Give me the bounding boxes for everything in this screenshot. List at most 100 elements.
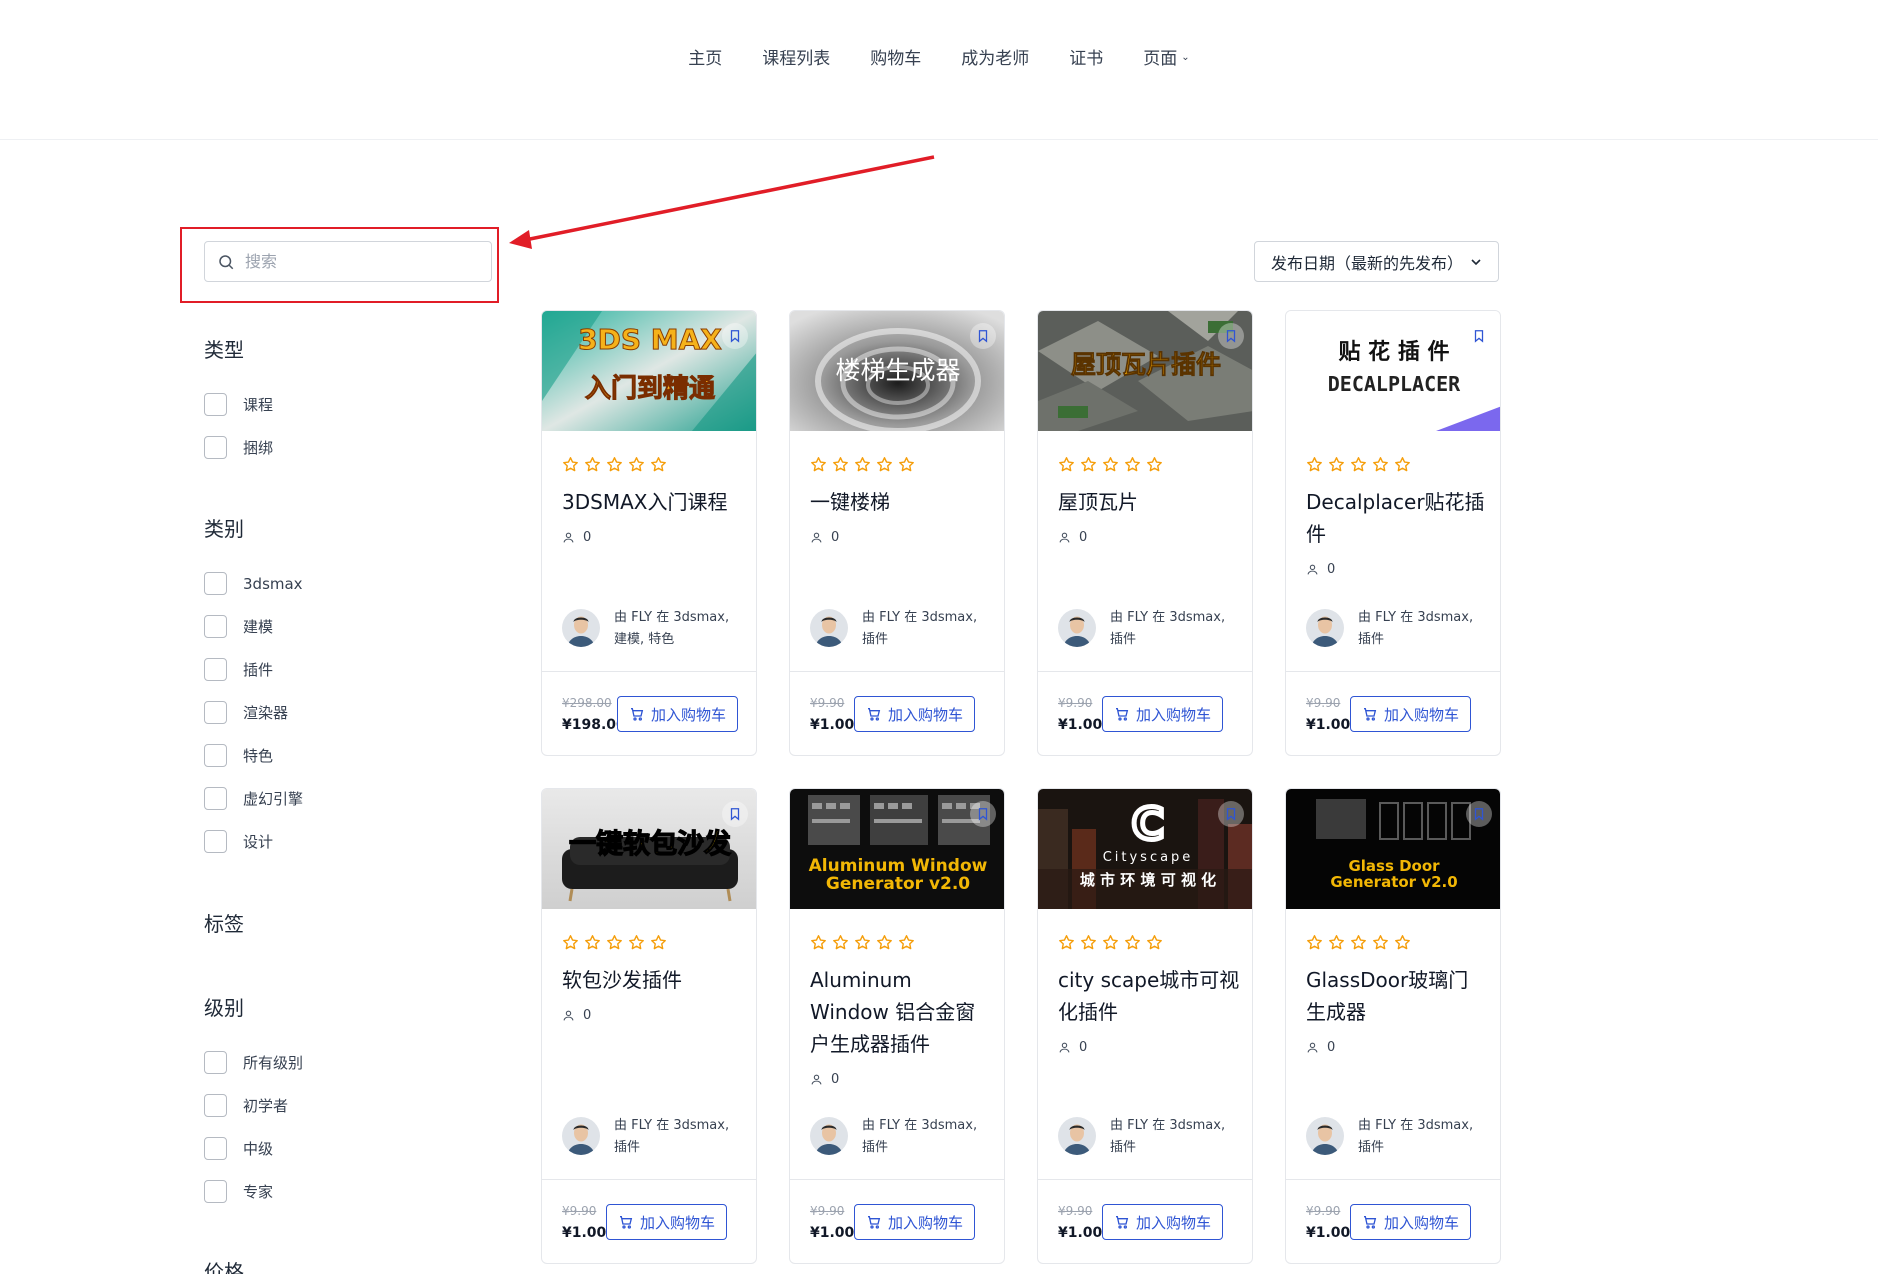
bookmark-button[interactable] [1218,801,1244,827]
filter-option-intermediate[interactable]: 中级 [204,1127,303,1170]
add-to-cart-button[interactable]: 加入购物车 [854,696,976,732]
course-author: 由 FLY 在 3dsmax, 插件 [810,607,992,651]
course-title[interactable]: 软包沙发插件 [562,964,744,996]
add-to-cart-button[interactable]: 加入购物车 [1102,696,1224,732]
cart-icon [868,708,881,721]
checkbox[interactable] [204,572,227,595]
nav-become-teacher[interactable]: 成为老师 [941,40,1049,73]
filter-option-modeling[interactable]: 建模 [204,605,303,648]
avatar[interactable] [1306,609,1344,647]
filter-option-course[interactable]: 课程 [204,383,273,426]
course-thumbnail[interactable]: 一键软包沙发 [542,789,756,909]
course-thumbnail[interactable]: Glass Door Generator v2.0 [1286,789,1500,909]
avatar[interactable] [1306,1117,1344,1155]
star-icon [1081,457,1096,472]
avatar[interactable] [562,1117,600,1155]
course-thumbnail[interactable]: 屋顶瓦片插件 [1038,311,1252,431]
add-to-cart-button[interactable]: 加入购物车 [854,1204,976,1240]
checkbox[interactable] [204,1051,227,1074]
checkbox[interactable] [204,744,227,767]
course-card[interactable]: 楼梯生成器 一键楼梯 0 由 FLY 在 3dsmax, 插件 ¥9.90 ¥1… [789,310,1005,756]
avatar[interactable] [810,609,848,647]
checkbox[interactable] [204,1137,227,1160]
nav-pages[interactable]: 页面 ⌄ [1123,40,1209,73]
option-label: 建模 [243,618,274,636]
filter-option-unreal[interactable]: 虚幻引擎 [204,777,303,820]
course-title[interactable]: city scape城市可视化插件 [1058,964,1240,1028]
course-card[interactable]: Aluminum Window Generator v2.0 Aluminum … [789,788,1005,1264]
add-to-cart-button[interactable]: 加入购物车 [1102,1204,1224,1240]
filter-tags: 标签 [204,908,244,957]
checkbox[interactable] [204,1180,227,1203]
bookmark-button[interactable] [1466,801,1492,827]
course-card[interactable]: Glass Door Generator v2.0 GlassDoor玻璃门生成… [1285,788,1501,1264]
bookmark-button[interactable] [970,323,996,349]
card-divider [790,671,1004,672]
filter-option-expert[interactable]: 专家 [204,1170,303,1213]
course-price: ¥9.90 ¥1.00 [810,1201,854,1245]
course-title[interactable]: Decalplacer贴花插件 [1306,486,1488,550]
filter-option-beginner[interactable]: 初学者 [204,1084,303,1127]
student-count-value: 0 [1079,530,1088,545]
price-current: ¥1.00 [1306,1225,1351,1241]
bookmark-button[interactable] [970,801,996,827]
course-thumbnail[interactable]: 3DS MAX 入门到精通 [542,311,756,431]
avatar[interactable] [1058,609,1096,647]
add-to-cart-button[interactable]: 加入购物车 [617,696,739,732]
nav-course-list[interactable]: 课程列表 [742,40,850,73]
course-thumbnail[interactable]: 楼梯生成器 [790,311,1004,431]
nav-certificate[interactable]: 证书 [1049,40,1123,73]
nav-home[interactable]: 主页 [668,40,742,73]
svg-text:入门到精通: 入门到精通 [585,374,715,404]
filter-option-3dsmax[interactable]: 3dsmax [204,562,303,605]
avatar[interactable] [1058,1117,1096,1155]
course-title[interactable]: 3DSMAX入门课程 [562,486,744,518]
course-card[interactable]: 一键软包沙发 软包沙发插件 0 由 FLY 在 3dsmax, 插件 ¥9.90 [541,788,757,1264]
add-to-cart-label: 加入购物车 [888,1213,964,1232]
checkbox[interactable] [204,658,227,681]
checkbox[interactable] [204,436,227,459]
svg-text:DECALPLACER: DECALPLACER [1328,372,1461,396]
star-icon [899,457,914,472]
course-title[interactable]: GlassDoor玻璃门生成器 [1306,964,1488,1028]
course-title[interactable]: 一键楼梯 [810,486,992,518]
nav-cart[interactable]: 购物车 [850,40,941,73]
filter-option-plugin[interactable]: 插件 [204,648,303,691]
svg-text:Generator v2.0: Generator v2.0 [1330,873,1457,891]
bookmark-button[interactable] [1466,323,1492,349]
checkbox[interactable] [204,393,227,416]
add-to-cart-button[interactable]: 加入购物车 [606,1204,728,1240]
avatar[interactable] [810,1117,848,1155]
add-to-cart-button[interactable]: 加入购物车 [1350,1204,1472,1240]
filter-option-design[interactable]: 设计 [204,820,303,863]
checkbox[interactable] [204,701,227,724]
course-card[interactable]: 屋顶瓦片插件 屋顶瓦片 0 由 FLY 在 3dsmax, 插件 ¥9.90 ¥… [1037,310,1253,756]
course-card[interactable]: 3DS MAX 入门到精通 3DSMAX入门课程 0 由 FLY 在 3dsma… [541,310,757,756]
filter-option-all-levels[interactable]: 所有级别 [204,1041,303,1084]
avatar[interactable] [562,609,600,647]
course-thumbnail[interactable]: C Cityscape 城 市 环 境 可 视 化 [1038,789,1252,909]
filter-option-featured[interactable]: 特色 [204,734,303,777]
course-thumbnail[interactable]: Aluminum Window Generator v2.0 [790,789,1004,909]
checkbox[interactable] [204,787,227,810]
checkbox[interactable] [204,1094,227,1117]
add-to-cart-button[interactable]: 加入购物车 [1350,696,1472,732]
course-title[interactable]: Aluminum Window 铝合金窗户生成器插件 [810,964,992,1060]
bookmark-icon [1474,808,1484,821]
sort-select[interactable]: 发布日期（最新的先发布） [1254,241,1499,282]
filter-option-bundle[interactable]: 捆绑 [204,426,273,469]
course-author: 由 FLY 在 3dsmax, 建模, 特色 [562,607,744,651]
course-thumbnail[interactable]: 贴 花 插 件 DECALPLACER [1286,311,1500,431]
student-count-value: 0 [831,530,840,545]
bookmark-button[interactable] [1218,323,1244,349]
course-card[interactable]: 贴 花 插 件 DECALPLACER Decalplacer贴花插件 0 由 … [1285,310,1501,756]
filter-option-renderer[interactable]: 渲染器 [204,691,303,734]
course-title[interactable]: 屋顶瓦片 [1058,486,1240,518]
checkbox[interactable] [204,830,227,853]
site-header: 主页 课程列表 购物车 成为老师 证书 页面 ⌄ [0,0,1878,140]
checkbox[interactable] [204,615,227,638]
bookmark-button[interactable] [722,801,748,827]
bookmark-button[interactable] [722,323,748,349]
course-card[interactable]: C Cityscape 城 市 环 境 可 视 化 city scape城市可视… [1037,788,1253,1264]
student-count-value: 0 [1079,1040,1088,1055]
